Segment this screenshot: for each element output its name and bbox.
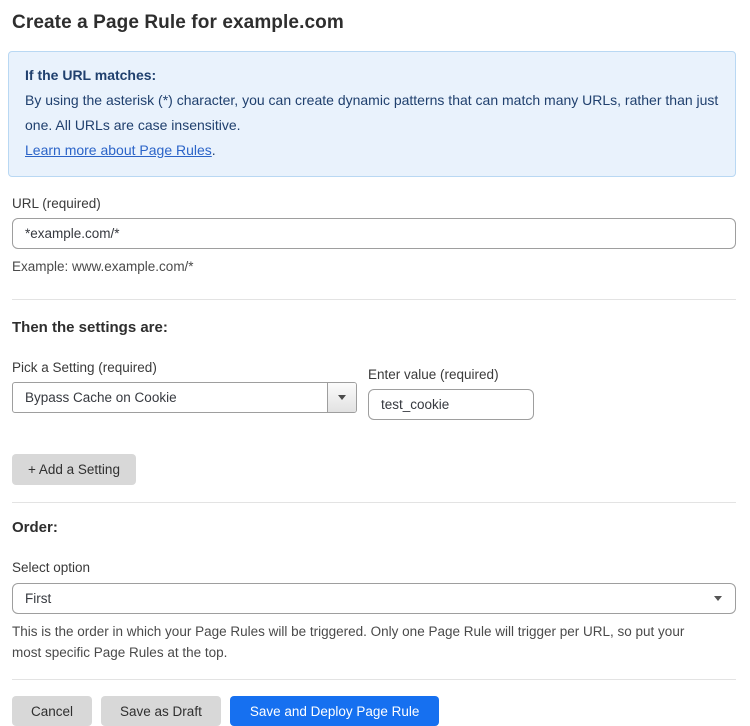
- setting-value-column: Enter value (required): [368, 367, 534, 420]
- setting-select[interactable]: Bypass Cache on Cookie: [12, 382, 357, 413]
- chevron-down-icon: [338, 395, 346, 400]
- setting-select-arrow-button[interactable]: [327, 383, 356, 412]
- url-input[interactable]: [12, 218, 736, 249]
- order-section: Order: Select option First This is the o…: [12, 519, 736, 680]
- setting-select-value: Bypass Cache on Cookie: [13, 383, 327, 412]
- link-suffix: .: [212, 142, 216, 158]
- info-box-heading: If the URL matches:: [25, 63, 719, 88]
- setting-picker-label: Pick a Setting (required): [12, 360, 368, 375]
- setting-value-label: Enter value (required): [368, 367, 534, 382]
- section-divider: [12, 299, 736, 300]
- order-select[interactable]: First: [12, 583, 736, 614]
- settings-section: Then the settings are: Pick a Setting (r…: [12, 319, 736, 503]
- setting-picker-column: Pick a Setting (required) Bypass Cache o…: [12, 360, 368, 413]
- setting-value-input[interactable]: [368, 389, 534, 420]
- url-section: URL (required) Example: www.example.com/…: [12, 196, 736, 300]
- order-helper-text: This is the order in which your Page Rul…: [12, 621, 712, 663]
- settings-row: Pick a Setting (required) Bypass Cache o…: [12, 360, 736, 420]
- section-divider: [12, 502, 736, 503]
- save-as-draft-button[interactable]: Save as Draft: [101, 696, 221, 726]
- footer-actions: Cancel Save as Draft Save and Deploy Pag…: [12, 696, 736, 726]
- learn-more-link[interactable]: Learn more about Page Rules: [25, 142, 212, 158]
- url-label: URL (required): [12, 196, 736, 211]
- info-box-link-line: Learn more about Page Rules.: [25, 138, 719, 163]
- page-title: Create a Page Rule for example.com: [12, 12, 736, 34]
- add-setting-button[interactable]: + Add a Setting: [12, 454, 136, 485]
- url-match-info-box: If the URL matches: By using the asteris…: [8, 51, 736, 177]
- section-divider: [12, 679, 736, 680]
- cancel-button[interactable]: Cancel: [12, 696, 92, 726]
- order-select-value: First: [25, 591, 51, 606]
- order-heading: Order:: [12, 519, 736, 536]
- order-select-label: Select option: [12, 560, 736, 575]
- settings-heading: Then the settings are:: [12, 319, 736, 336]
- save-and-deploy-button[interactable]: Save and Deploy Page Rule: [230, 696, 440, 726]
- url-helper-text: Example: www.example.com/*: [12, 256, 736, 277]
- create-page-rule-panel: Create a Page Rule for example.com If th…: [0, 0, 750, 726]
- info-box-body: By using the asterisk (*) character, you…: [25, 88, 719, 138]
- chevron-down-icon: [714, 596, 722, 601]
